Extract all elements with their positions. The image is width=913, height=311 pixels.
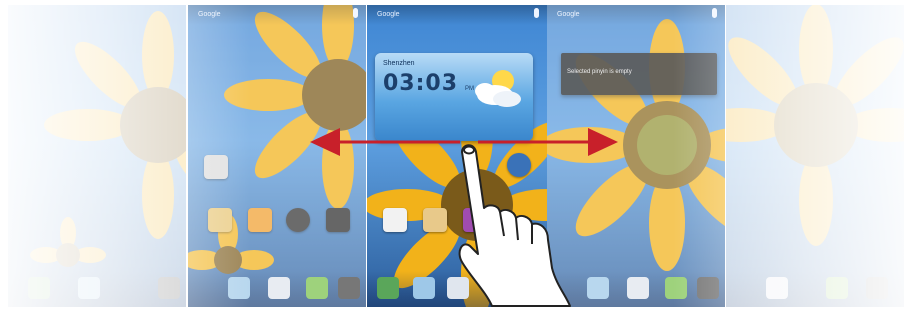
homescreen-illustration: Google Google Shenzhen 03:03 PM Google S… bbox=[0, 0, 913, 311]
contacts-icon[interactable] bbox=[228, 277, 250, 299]
phone-icon[interactable] bbox=[377, 277, 399, 299]
messaging-icon[interactable] bbox=[306, 277, 328, 299]
microphone-icon[interactable] bbox=[353, 8, 358, 18]
search-label: Google bbox=[557, 11, 580, 18]
camera-icon[interactable] bbox=[866, 277, 888, 299]
dock bbox=[547, 271, 725, 307]
store-icon[interactable] bbox=[463, 208, 487, 232]
dock bbox=[367, 271, 547, 307]
folder-icon[interactable] bbox=[204, 155, 228, 179]
dock bbox=[8, 271, 186, 307]
camera-icon[interactable] bbox=[158, 277, 180, 299]
contacts-icon[interactable] bbox=[587, 277, 609, 299]
clock-location: Shenzhen bbox=[383, 60, 415, 67]
gallery-icon[interactable] bbox=[208, 208, 232, 232]
dock bbox=[188, 271, 366, 307]
globe-icon[interactable] bbox=[507, 153, 531, 177]
video-icon[interactable] bbox=[326, 208, 350, 232]
messaging-icon[interactable] bbox=[665, 277, 687, 299]
dock bbox=[726, 271, 904, 307]
apps-icon[interactable] bbox=[766, 277, 788, 299]
search-label: Google bbox=[198, 11, 221, 18]
music-icon[interactable] bbox=[286, 208, 310, 232]
sunflower-wallpaper bbox=[726, 5, 904, 246]
contacts-icon[interactable] bbox=[78, 277, 100, 299]
home-screen-panel-5[interactable] bbox=[726, 5, 904, 307]
home-screen-panel-4[interactable]: Google Selected pinyin is empty bbox=[547, 5, 725, 307]
messaging-icon[interactable] bbox=[826, 277, 848, 299]
home-screen-panel-2[interactable]: Google bbox=[188, 5, 366, 307]
files-icon[interactable] bbox=[248, 208, 272, 232]
camera-icon[interactable] bbox=[338, 277, 360, 299]
notification-popup: Selected pinyin is empty bbox=[561, 53, 717, 95]
apps-icon[interactable] bbox=[268, 277, 290, 299]
camera-app-icon[interactable] bbox=[383, 208, 407, 232]
apps-icon[interactable] bbox=[447, 277, 469, 299]
microphone-icon[interactable] bbox=[712, 8, 717, 18]
apps-icon[interactable] bbox=[627, 277, 649, 299]
home-screen-panel-3[interactable]: Google Shenzhen 03:03 PM bbox=[367, 5, 547, 307]
popup-text: Selected pinyin is empty bbox=[567, 69, 632, 75]
search-bar[interactable]: Google bbox=[188, 5, 366, 25]
search-label: Google bbox=[377, 11, 400, 18]
partly-cloudy-icon bbox=[475, 70, 521, 107]
phone-icon[interactable] bbox=[28, 277, 50, 299]
contacts-icon[interactable] bbox=[413, 277, 435, 299]
microphone-icon[interactable] bbox=[534, 8, 539, 18]
clock-time: 03:03 bbox=[383, 71, 459, 96]
camera-icon[interactable] bbox=[697, 277, 719, 299]
notes-icon[interactable] bbox=[423, 208, 447, 232]
sunflower-wallpaper bbox=[30, 11, 186, 267]
clock-weather-widget[interactable]: Shenzhen 03:03 PM bbox=[375, 53, 533, 141]
search-bar[interactable]: Google bbox=[367, 5, 547, 25]
sunflower-wallpaper bbox=[547, 19, 725, 271]
search-bar[interactable]: Google bbox=[547, 5, 725, 25]
home-screen-panel-1[interactable] bbox=[8, 5, 186, 307]
